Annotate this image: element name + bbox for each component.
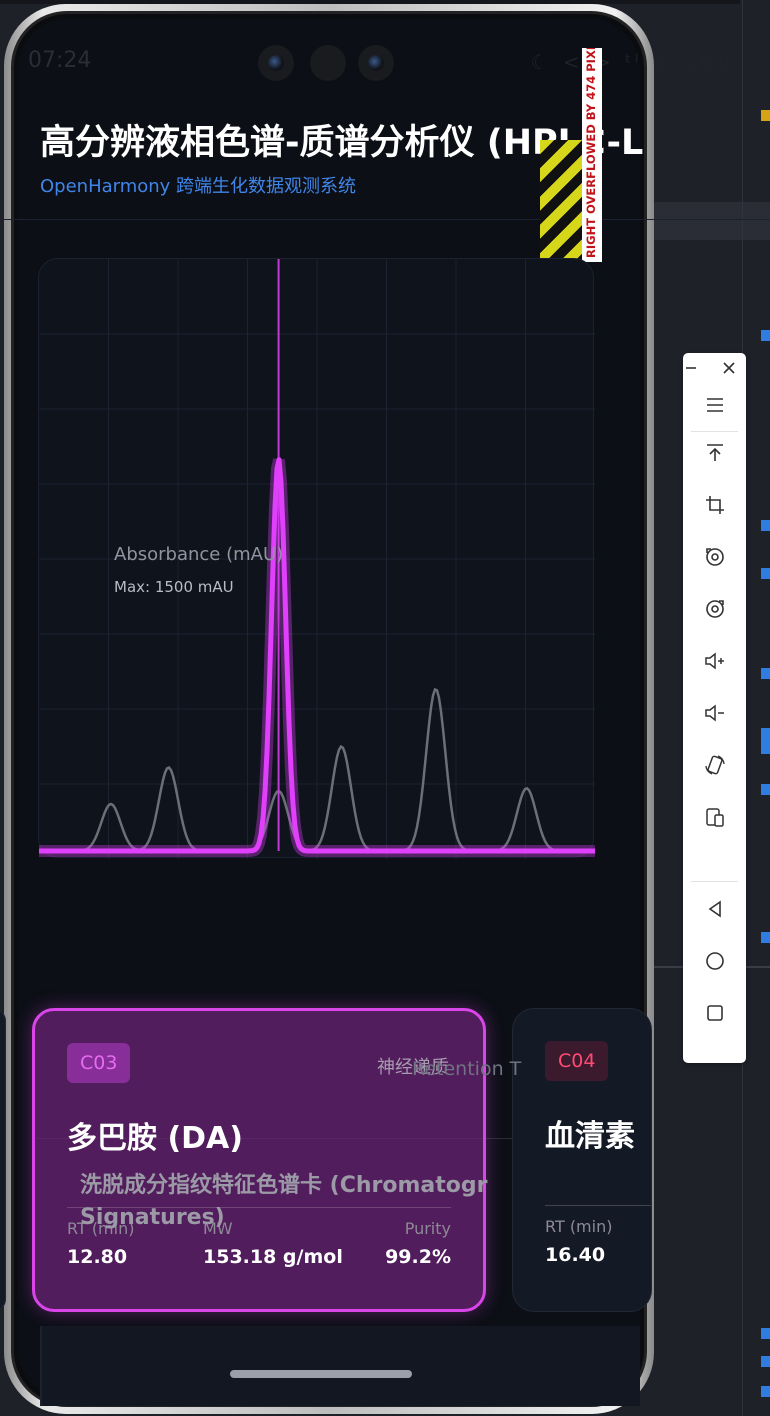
stat-value: 16.40 xyxy=(545,1244,606,1266)
multi-screen-icon[interactable] xyxy=(683,797,746,837)
overflow-warning-text: RIGHT OVERFLOWED BY 474 PIXELS xyxy=(584,48,598,258)
ide-gutter-marker xyxy=(761,728,770,754)
camera-icon xyxy=(258,45,294,81)
home-icon[interactable] xyxy=(683,941,746,981)
ide-gutter-marker xyxy=(761,668,770,679)
camera-icon xyxy=(310,45,346,81)
ide-gutter-marker xyxy=(761,330,770,341)
toolbar-separator xyxy=(691,881,738,882)
ide-gutter-marker xyxy=(761,932,770,943)
rotate-device-icon[interactable] xyxy=(683,745,746,785)
app-header: 高分辨液相色谱-质谱分析仪 (HPLC-L OpenHarmony 跨端生化数据… xyxy=(0,90,770,220)
rotate-right-icon[interactable] xyxy=(683,589,746,629)
compound-card-next[interactable]: C04 血清素 RT (min) 16.40 xyxy=(512,1008,652,1312)
ide-gutter-marker xyxy=(761,1328,770,1339)
emulator-toolbar xyxy=(683,353,746,1063)
stat-rt: RT (min) 16.40 xyxy=(545,1217,612,1266)
y-axis-label: Absorbance (mAU) xyxy=(114,544,284,565)
volume-up-icon[interactable] xyxy=(683,641,746,681)
status-time: 07:24 xyxy=(28,48,92,73)
ide-gutter-marker xyxy=(761,784,770,795)
to-top-icon[interactable] xyxy=(683,433,746,473)
compound-id-badge: C03 xyxy=(67,1043,131,1083)
back-icon[interactable] xyxy=(683,889,746,929)
card-divider xyxy=(545,1205,651,1206)
status-bar: 07:24 ☾ <·> ᵗˡ ≡ 100 xyxy=(0,36,770,81)
stat-value: 153.18 g/mol xyxy=(203,1246,343,1268)
compound-id-badge: C04 xyxy=(545,1041,609,1081)
home-indicator[interactable] xyxy=(230,1370,412,1378)
ide-gutter-marker xyxy=(761,520,770,531)
bottom-panel xyxy=(40,1326,640,1406)
compound-name: 血清素 xyxy=(545,1119,635,1154)
x-axis-label: Retention T xyxy=(412,1058,522,1080)
status-icons: ☾ <·> ᵗˡ ≡ 100 xyxy=(530,50,734,74)
rotate-left-icon[interactable] xyxy=(683,537,746,577)
compound-card-selected[interactable]: C03 神经递质 多巴胺 (DA) RT (min) 12.80 MW 153.… xyxy=(32,1008,486,1312)
compound-card-previous[interactable] xyxy=(0,1008,6,1312)
menu-icon[interactable] xyxy=(683,385,746,425)
ide-window: 07:24 ☾ <·> ᵗˡ ≡ 100 高分辨液相色谱-质谱分析仪 (HPLC… xyxy=(0,0,770,1416)
volume-down-icon[interactable] xyxy=(683,693,746,733)
ide-gutter-marker xyxy=(761,1386,770,1397)
stat-label: RT (min) xyxy=(545,1217,613,1236)
ide-gutter-marker xyxy=(761,1356,770,1367)
camera-icon xyxy=(358,45,394,81)
close-icon[interactable] xyxy=(709,353,749,383)
toolbar-separator xyxy=(691,431,738,432)
recents-icon[interactable] xyxy=(683,993,746,1033)
crop-icon[interactable] xyxy=(683,485,746,525)
stat-value: 12.80 xyxy=(67,1246,128,1268)
minimize-icon[interactable] xyxy=(671,353,711,383)
stat-value: 99.2% xyxy=(385,1246,451,1268)
page-subtitle: OpenHarmony 跨端生化数据观测系统 xyxy=(40,176,357,197)
section-title: 洗脱成分指纹特征色谱卡 (Chromatogr Signatures) xyxy=(80,1173,488,1230)
overflow-warning-label: RIGHT OVERFLOWED BY 474 PIXELS xyxy=(582,48,602,262)
compound-name: 多巴胺 (DA) xyxy=(67,1121,243,1156)
ide-gutter-marker xyxy=(761,568,770,579)
max-value-label: Max: 1500 mAU xyxy=(114,578,234,596)
